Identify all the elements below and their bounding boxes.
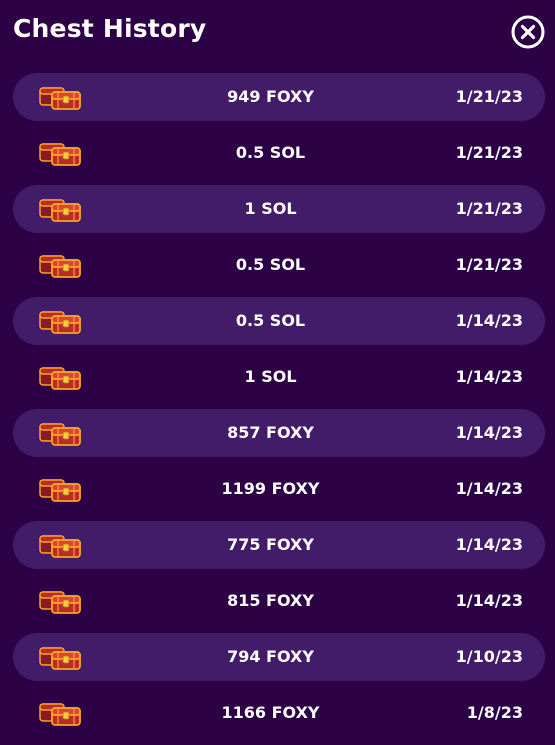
treasure-chest-icon [39, 479, 81, 502]
reward-amount: 1 SOL [244, 199, 297, 218]
history-row: 1166 FOXY 1/8/23 [13, 689, 545, 737]
reward-amount: 1 SOL [244, 367, 297, 386]
reward-date: 1/21/23 [455, 87, 523, 106]
reward-date: 1/8/23 [466, 703, 523, 722]
history-row: 1 SOL 1/14/23 [13, 353, 545, 401]
reward-amount: 815 FOXY [227, 591, 314, 610]
reward-amount: 1199 FOXY [221, 479, 320, 498]
history-row: 949 FOXY 1/21/23 [13, 73, 545, 121]
reward-amount: 949 FOXY [227, 87, 314, 106]
reward-amount: 0.5 SOL [235, 255, 306, 274]
reward-date: 1/21/23 [455, 255, 523, 274]
reward-date: 1/14/23 [455, 311, 523, 330]
history-row: 0.5 SOL 1/21/23 [13, 241, 545, 289]
treasure-chest-icon [39, 703, 81, 726]
page-title: Chest History [13, 14, 207, 43]
reward-amount: 0.5 SOL [235, 311, 306, 330]
reward-amount: 0.5 SOL [235, 143, 306, 162]
reward-date: 1/21/23 [455, 143, 523, 162]
reward-date: 1/10/23 [455, 647, 523, 666]
close-button[interactable] [511, 15, 545, 49]
treasure-chest-icon [39, 311, 81, 334]
treasure-chest-icon [39, 535, 81, 558]
reward-amount: 794 FOXY [227, 647, 314, 666]
history-row: 1 SOL 1/21/23 [13, 185, 545, 233]
reward-amount: 1166 FOXY [221, 703, 320, 722]
history-row: 0.5 SOL 1/14/23 [13, 297, 545, 345]
treasure-chest-icon [39, 423, 81, 446]
history-row: 0.5 SOL 1/21/23 [13, 129, 545, 177]
history-row: 794 FOXY 1/10/23 [13, 633, 545, 681]
treasure-chest-icon [39, 591, 81, 614]
history-row: 1199 FOXY 1/14/23 [13, 465, 545, 513]
history-row: 815 FOXY 1/14/23 [13, 577, 545, 625]
treasure-chest-icon [39, 367, 81, 390]
treasure-chest-icon [39, 255, 81, 278]
header: Chest History [0, 0, 555, 68]
chest-history-list: 949 FOXY 1/21/23 0.5 SOL 1/21/23 1 SOL 1… [13, 73, 545, 745]
treasure-chest-icon [39, 143, 81, 166]
reward-date: 1/14/23 [455, 367, 523, 386]
history-row: 857 FOXY 1/14/23 [13, 409, 545, 457]
reward-amount: 775 FOXY [227, 535, 314, 554]
treasure-chest-icon [39, 199, 81, 222]
reward-date: 1/14/23 [455, 423, 523, 442]
reward-amount: 857 FOXY [227, 423, 314, 442]
reward-date: 1/14/23 [455, 591, 523, 610]
reward-date: 1/14/23 [455, 535, 523, 554]
reward-date: 1/14/23 [455, 479, 523, 498]
treasure-chest-icon [39, 647, 81, 670]
close-icon [511, 15, 545, 49]
reward-date: 1/21/23 [455, 199, 523, 218]
history-row: 775 FOXY 1/14/23 [13, 521, 545, 569]
treasure-chest-icon [39, 87, 81, 110]
